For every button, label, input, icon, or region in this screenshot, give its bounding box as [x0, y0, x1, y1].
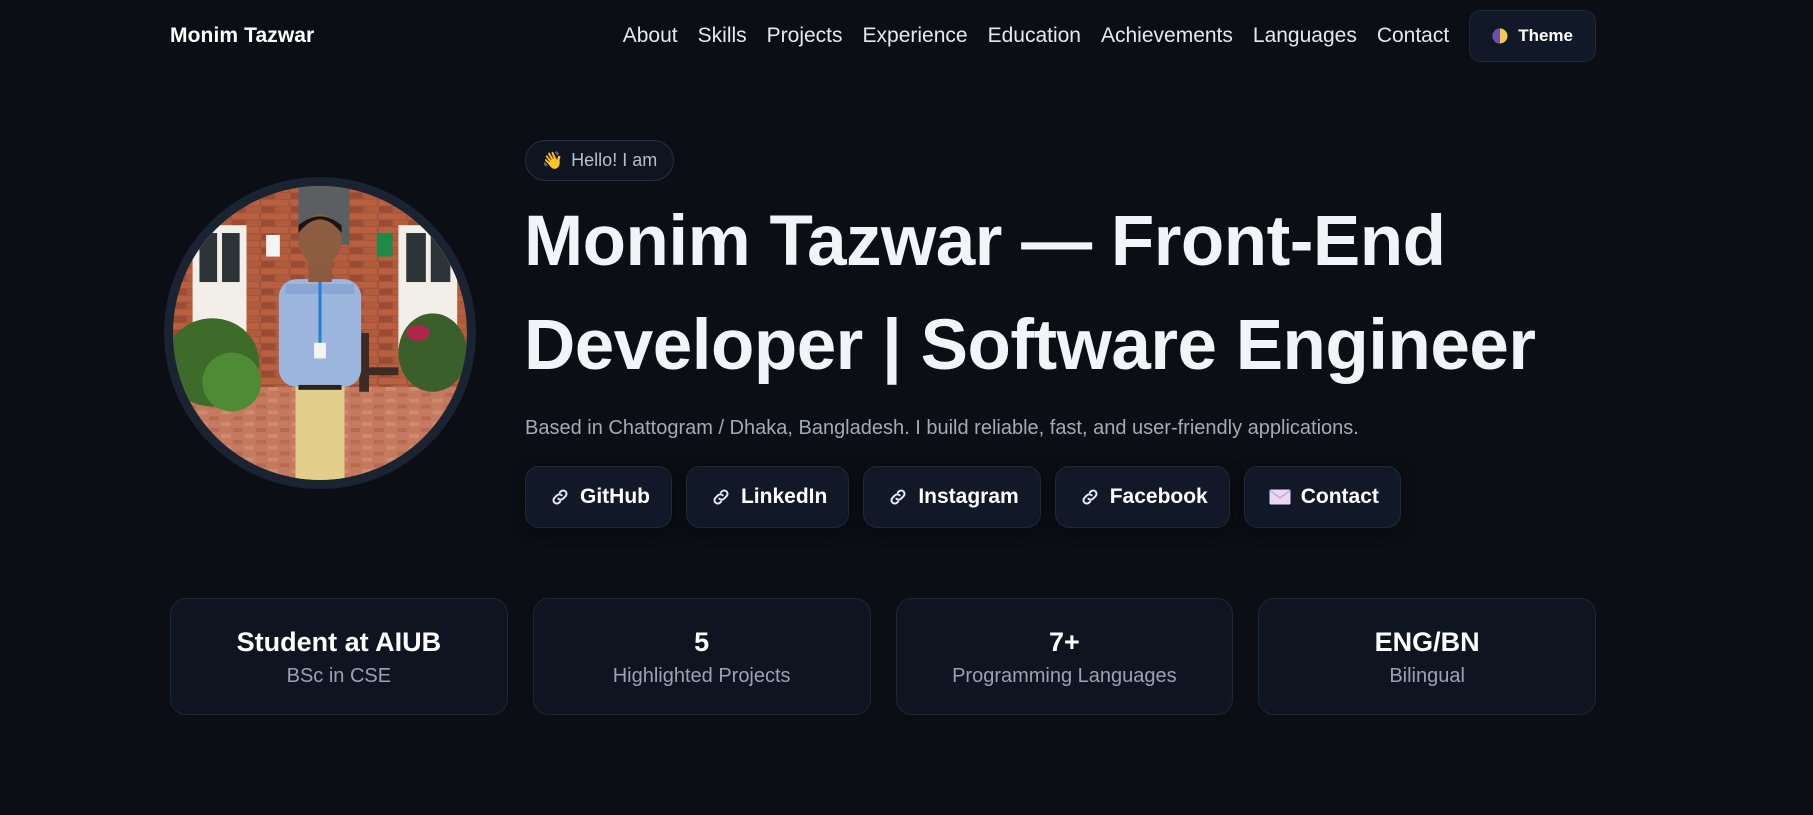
link-icon — [890, 489, 906, 505]
stat-label: Bilingual — [1389, 665, 1465, 687]
avatar-ring — [164, 177, 476, 489]
contact-label: Contact — [1300, 485, 1379, 508]
mail-icon — [1269, 489, 1291, 505]
nav-link-about[interactable]: About — [623, 24, 678, 48]
linkedin-button[interactable]: LinkedIn — [685, 466, 850, 528]
nav-link-languages[interactable]: Languages — [1253, 24, 1357, 48]
link-icon — [552, 489, 568, 505]
theme-toggle-button[interactable]: Theme — [1469, 10, 1596, 62]
nav-link-skills[interactable]: Skills — [698, 24, 747, 48]
nav-right: About Skills Projects Experience Educati… — [623, 10, 1596, 62]
nav-link-education[interactable]: Education — [988, 24, 1081, 48]
hero-subtitle: Based in Chattogram / Dhaka, Bangladesh.… — [525, 417, 1359, 439]
social-links: GitHub LinkedIn Instagram Facebook Conta… — [525, 466, 1401, 528]
link-icon — [713, 489, 729, 505]
stat-value: Student at AIUB — [236, 627, 442, 657]
avatar — [173, 186, 467, 480]
hello-text: Hello! I am — [571, 150, 658, 170]
hero-title: Monim Tazwar — Front-End Developer | Sof… — [524, 202, 1536, 385]
nav-link-experience[interactable]: Experience — [863, 24, 968, 48]
profile-photo — [173, 186, 467, 480]
wave-hand-icon: 👋 — [542, 150, 564, 170]
contact-button[interactable]: Contact — [1243, 466, 1401, 528]
instagram-button[interactable]: Instagram — [863, 466, 1041, 528]
stat-label: Programming Languages — [952, 665, 1177, 687]
half-moon-icon — [1492, 28, 1508, 44]
stat-label: Highlighted Projects — [612, 665, 791, 687]
hello-badge: 👋 Hello! I am — [525, 140, 675, 181]
stat-card-education: Student at AIUB BSc in CSE — [170, 598, 508, 715]
nav-link-achievements[interactable]: Achievements — [1101, 24, 1233, 48]
stat-label: BSc in CSE — [286, 665, 392, 687]
stat-value: 5 — [694, 627, 710, 657]
instagram-label: Instagram — [918, 485, 1019, 508]
facebook-button[interactable]: Facebook — [1054, 466, 1230, 528]
stat-card-projects: 5 Highlighted Projects — [532, 598, 871, 715]
github-button[interactable]: GitHub — [525, 466, 672, 528]
theme-button-label: Theme — [1518, 26, 1573, 45]
brand-logo[interactable]: Monim Tazwar — [170, 24, 314, 48]
stat-value: 7+ — [1048, 627, 1080, 657]
nav-link-contact[interactable]: Contact — [1377, 24, 1449, 48]
link-icon — [1082, 489, 1098, 505]
stat-card-bilingual: ENG/BN Bilingual — [1258, 598, 1596, 715]
stats-row: Student at AIUB BSc in CSE 5 Highlighted… — [170, 598, 1596, 715]
facebook-label: Facebook — [1109, 485, 1208, 508]
portfolio-page: Monim Tazwar About Skills Projects Exper… — [0, 0, 1813, 815]
github-label: GitHub — [580, 485, 650, 508]
top-nav: Monim Tazwar About Skills Projects Exper… — [170, 10, 1596, 62]
stat-value: ENG/BN — [1374, 627, 1480, 657]
nav-links: About Skills Projects Experience Educati… — [623, 24, 1449, 48]
nav-link-projects[interactable]: Projects — [767, 24, 843, 48]
stat-card-languages: 7+ Programming Languages — [895, 598, 1234, 715]
linkedin-label: LinkedIn — [740, 485, 828, 508]
